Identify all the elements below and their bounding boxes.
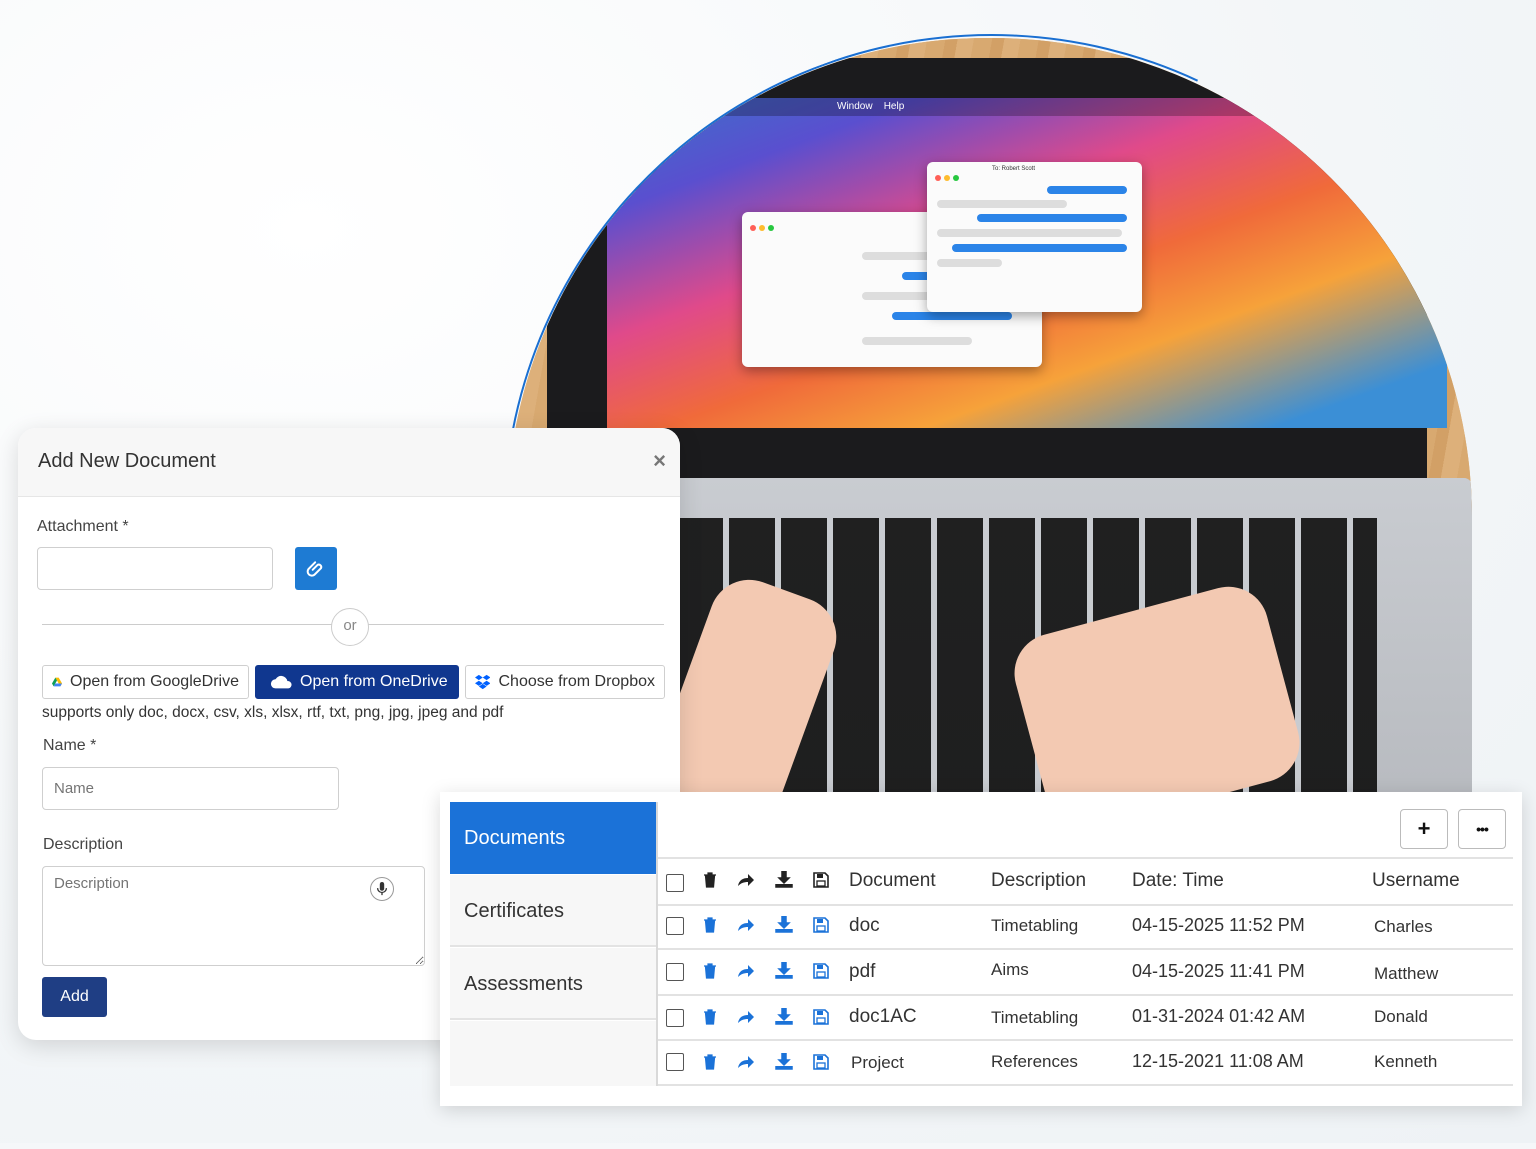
cell-description: Timetabling (991, 1008, 1079, 1027)
name-input[interactable] (42, 767, 339, 810)
close-icon[interactable]: × (653, 448, 666, 474)
cell-document[interactable]: pdf (849, 961, 875, 983)
onedrive-button[interactable]: Open from OneDrive (255, 665, 459, 699)
row-checkbox[interactable] (666, 963, 684, 981)
cell-datetime: 01-31-2024 01:42 AM (1132, 1006, 1306, 1026)
dropbox-button[interactable]: Choose from Dropbox (465, 665, 665, 699)
save-icon[interactable] (812, 1008, 830, 1026)
menubar-item-help: Help (883, 101, 905, 112)
tab-certificates[interactable]: Certificates (450, 875, 656, 947)
tab-list-filler (450, 1021, 656, 1086)
row-checkbox[interactable] (666, 917, 684, 935)
table-row[interactable]: Project References 12-15-2021 11:08 AM K… (658, 1041, 1513, 1086)
or-separator: or (331, 608, 369, 646)
cell-datetime: 04-15-2025 11:52 PM (1132, 915, 1305, 935)
more-options-button[interactable]: ••• (1458, 809, 1506, 849)
cell-datetime: 12-15-2021 11:08 AM (1132, 1051, 1304, 1071)
chat-conversation-window: To: Robert Scott (927, 162, 1142, 312)
supported-formats-note: supports only doc, docx, csv, xls, xlsx,… (42, 704, 504, 721)
cell-username: Matthew (1374, 964, 1439, 983)
cell-document[interactable]: Project (851, 1053, 904, 1073)
download-icon[interactable] (775, 870, 793, 888)
trash-icon[interactable] (701, 1053, 719, 1071)
share-icon[interactable] (737, 962, 755, 980)
row-checkbox[interactable] (666, 1009, 684, 1027)
download-icon[interactable] (775, 961, 793, 979)
column-header-description[interactable]: Description (991, 870, 1086, 892)
cell-description: Aims (991, 960, 1029, 979)
google-drive-label: Open from GoogleDrive (70, 673, 239, 690)
mic-button[interactable] (370, 877, 394, 901)
download-icon[interactable] (775, 915, 793, 933)
laptop-lid: Window Help To: Robert Scott (547, 58, 1447, 478)
name-label: Name * (43, 737, 97, 754)
cell-description: Timetabling (991, 916, 1079, 935)
trash-icon[interactable] (701, 871, 719, 889)
cloud-icon (270, 675, 292, 689)
trash-icon[interactable] (701, 916, 719, 934)
column-header-datetime[interactable]: Date: Time (1132, 870, 1224, 892)
save-icon[interactable] (812, 871, 830, 889)
cell-username: Charles (1374, 917, 1433, 936)
paperclip-icon (306, 560, 323, 577)
row-checkbox[interactable] (666, 1053, 684, 1071)
cell-description: References (991, 1052, 1078, 1071)
dropbox-label: Choose from Dropbox (498, 673, 655, 690)
cell-document[interactable]: doc (849, 915, 880, 937)
table-header-row: Document Description Date: Time Username (658, 857, 1513, 906)
description-label: Description (43, 836, 124, 853)
onedrive-label: Open from OneDrive (300, 673, 448, 690)
description-textarea[interactable] (42, 866, 425, 966)
select-all-checkbox[interactable] (666, 874, 684, 892)
dialog-header: Add New Document × (18, 428, 680, 497)
documents-panel: Documents Certificates Assessments + •••… (440, 792, 1522, 1106)
save-icon[interactable] (812, 1053, 830, 1071)
share-icon[interactable] (737, 1008, 755, 1026)
attachment-label: Attachment * (37, 518, 129, 535)
share-icon[interactable] (737, 1053, 755, 1071)
download-icon[interactable] (775, 1052, 793, 1070)
attachment-input[interactable] (37, 547, 273, 590)
cell-username: Kenneth (1374, 1052, 1438, 1071)
menubar-item-window: Window (837, 101, 873, 112)
download-icon[interactable] (775, 1007, 793, 1025)
google-drive-icon (52, 677, 63, 687)
column-header-document[interactable]: Document (849, 870, 936, 892)
tab-documents[interactable]: Documents (450, 802, 656, 874)
share-icon[interactable] (737, 871, 755, 889)
cell-datetime: 04-15-2025 11:41 PM (1132, 961, 1305, 981)
cell-document[interactable]: doc1AC (849, 1006, 917, 1028)
add-document-button[interactable]: + (1400, 809, 1448, 849)
column-header-username[interactable]: Username (1372, 870, 1460, 892)
cell-username: Donald (1374, 1007, 1428, 1026)
microphone-icon (376, 882, 388, 896)
add-button[interactable]: Add (42, 977, 107, 1017)
tab-assessments[interactable]: Assessments (450, 948, 656, 1020)
save-icon[interactable] (812, 962, 830, 980)
dropbox-icon (475, 674, 491, 690)
google-drive-button[interactable]: Open from GoogleDrive (42, 665, 249, 699)
plus-icon: + (1417, 816, 1431, 841)
table-row[interactable]: doc1AC Timetabling 01-31-2024 01:42 AM D… (658, 996, 1513, 1041)
table-row[interactable]: doc Timetabling 04-15-2025 11:52 PM Char… (658, 904, 1513, 950)
save-icon[interactable] (812, 916, 830, 934)
mac-menubar: Window Help (607, 98, 1447, 116)
trash-icon[interactable] (701, 962, 719, 980)
attach-file-button[interactable] (295, 547, 337, 590)
table-row[interactable]: pdf Aims 04-15-2025 11:41 PM Matthew (658, 950, 1513, 996)
laptop-screen: Window Help To: Robert Scott (607, 98, 1447, 428)
share-icon[interactable] (737, 916, 755, 934)
more-icon: ••• (1476, 821, 1489, 837)
dialog-title: Add New Document (38, 450, 216, 472)
chat-recipient: To: Robert Scott (992, 166, 1036, 172)
trash-icon[interactable] (701, 1008, 719, 1026)
